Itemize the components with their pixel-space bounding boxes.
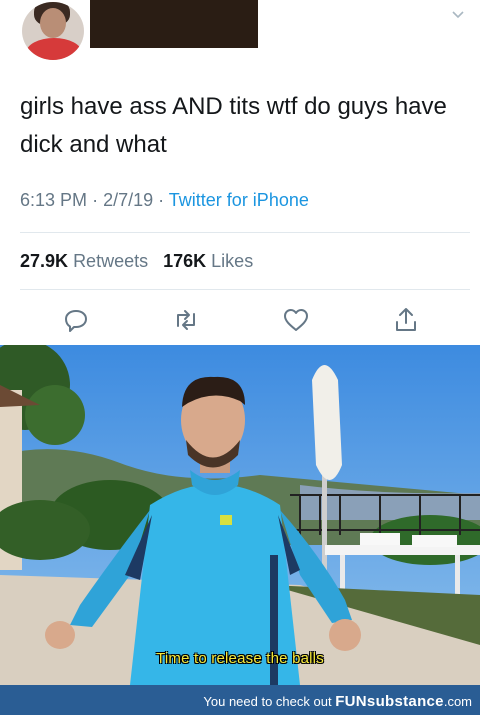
share-icon[interactable]	[392, 306, 420, 334]
tweet-stats: 27.9K Retweets 176K Likes	[20, 251, 253, 272]
divider	[20, 232, 470, 233]
chevron-down-icon[interactable]	[450, 6, 466, 22]
retweets-stat[interactable]: 27.9K Retweets	[20, 251, 148, 271]
heart-icon[interactable]	[282, 306, 310, 334]
watermark-footer: You need to check out FUNsubstance.com	[0, 685, 480, 715]
tweet-text: girls have ass AND tits wtf do guys have…	[20, 93, 447, 158]
reply-icon[interactable]	[62, 306, 90, 334]
likes-stat[interactable]: 176K Likes	[163, 251, 253, 271]
tweet-actions	[0, 306, 480, 334]
divider	[20, 289, 470, 290]
photo-illustration	[0, 345, 480, 685]
tweet-source-link[interactable]: Twitter for iPhone	[169, 190, 309, 210]
meme-photo	[0, 345, 480, 685]
footer-domain: .com	[443, 694, 472, 709]
retweet-icon[interactable]	[172, 306, 200, 334]
footer-message: You need to check out	[203, 694, 332, 709]
tweet-date: 2/7/19	[103, 190, 154, 210]
footer-brand: FUNsubstance	[335, 693, 444, 710]
tweet-time: 6:13 PM	[20, 190, 88, 210]
tweet-meta: 6:13 PM · 2/7/19 · Twitter for iPhone	[20, 190, 309, 210]
tweet-card: girls have ass AND tits wtf do guys have…	[0, 0, 480, 345]
avatar[interactable]	[22, 2, 84, 60]
redacted-username	[90, 0, 258, 48]
video-subtitle: Time to release the balls	[156, 650, 324, 667]
